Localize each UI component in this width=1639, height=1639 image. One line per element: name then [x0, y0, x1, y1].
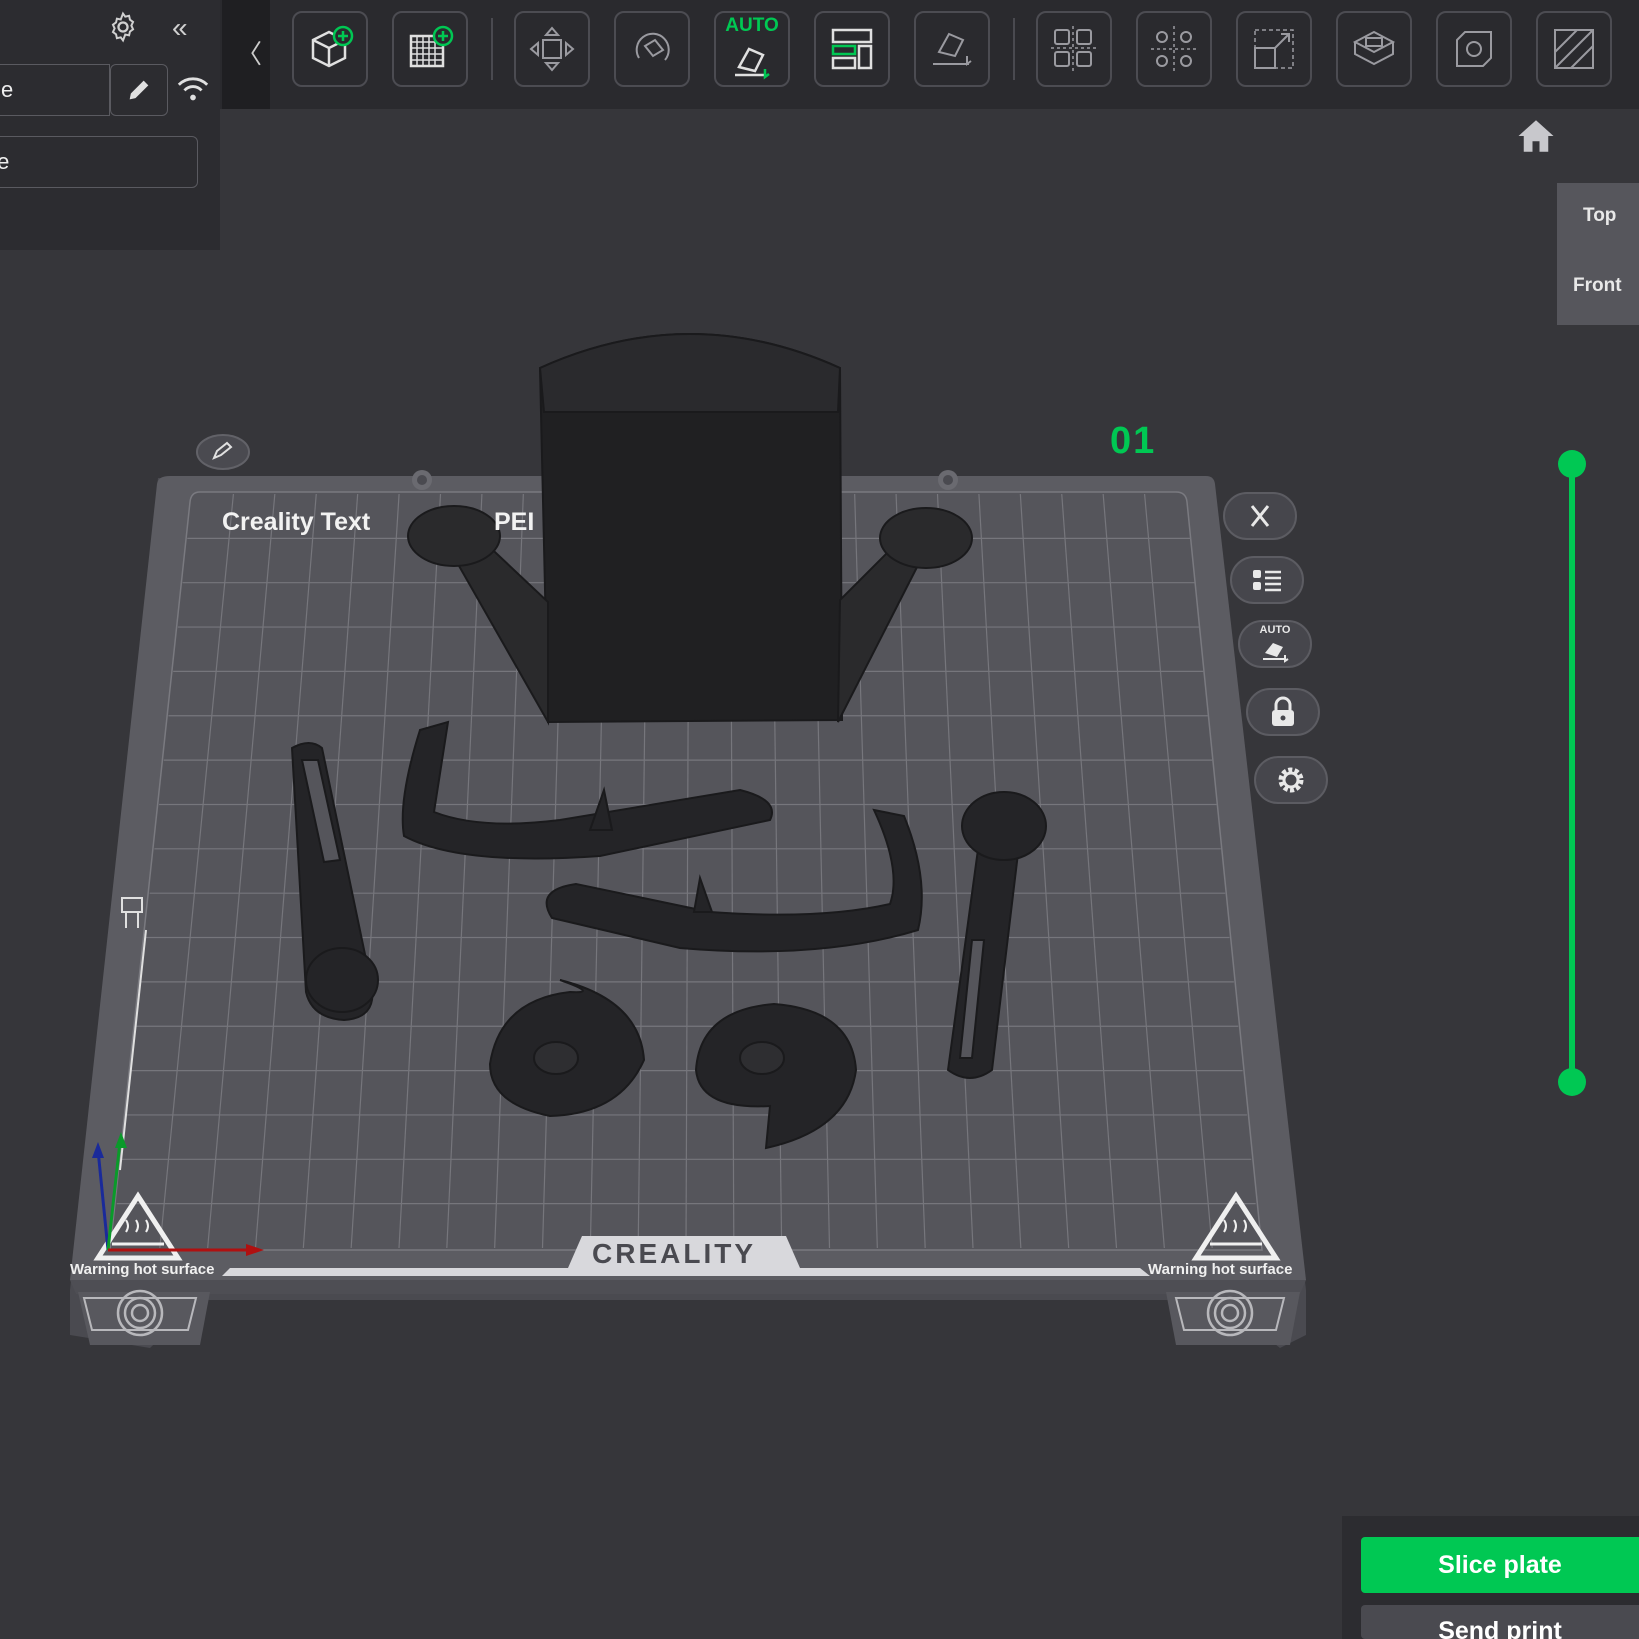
layer-slider-top-handle[interactable]	[1558, 450, 1586, 478]
send-print-button[interactable]: Send print	[1361, 1605, 1639, 1639]
warning-text-right: Warning hot surface	[1148, 1261, 1293, 1278]
lock-icon	[1272, 696, 1294, 726]
object-list-button[interactable]	[1230, 556, 1304, 604]
list-icon	[1253, 570, 1281, 592]
plate-label-text: Creality Text	[222, 508, 371, 536]
build-plate-scene[interactable]	[0, 0, 1639, 1639]
lock-plate-button[interactable]	[1246, 688, 1320, 736]
plate-label-text-tail: PEI	[494, 508, 535, 536]
plate-auto-label: AUTO	[1259, 624, 1291, 636]
warning-text-left: Warning hot surface	[70, 1261, 215, 1278]
edit-plate-name-button[interactable]	[196, 434, 250, 475]
plate-settings-button[interactable]	[1254, 756, 1328, 804]
close-icon	[1250, 505, 1270, 527]
plate-auto-orient-button[interactable]: AUTO	[1238, 620, 1312, 668]
brand-logo: CREALITY	[592, 1238, 756, 1269]
delete-plate-button[interactable]	[1223, 492, 1297, 540]
layer-slider-bottom-handle[interactable]	[1558, 1068, 1586, 1096]
plate-number: 01	[1110, 420, 1157, 462]
auto-orient-icon	[1263, 643, 1289, 663]
slice-plate-button[interactable]: Slice plate	[1361, 1537, 1639, 1593]
layer-slider-track[interactable]	[1569, 464, 1575, 1084]
gear-icon	[1278, 767, 1304, 793]
